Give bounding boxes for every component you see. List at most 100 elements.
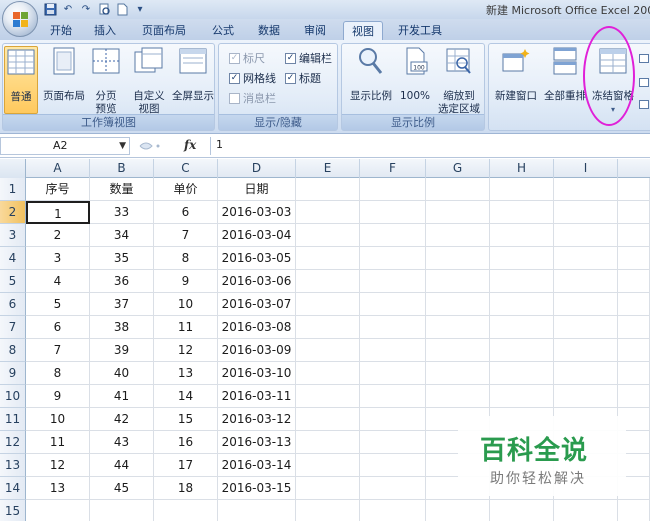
table-cell[interactable]: 2 [26,224,90,247]
table-cell[interactable]: 日期 [218,178,296,201]
table-cell[interactable] [490,385,554,408]
row-header[interactable]: 8 [0,339,26,362]
table-cell[interactable]: 2016-03-14 [218,454,296,477]
table-cell[interactable]: 6 [154,201,218,224]
table-cell[interactable]: 2016-03-08 [218,316,296,339]
table-cell[interactable] [618,178,650,201]
table-cell[interactable]: 13 [26,477,90,500]
table-cell[interactable]: 35 [90,247,154,270]
table-cell[interactable]: 16 [154,431,218,454]
table-cell[interactable] [554,247,618,270]
tab-home[interactable]: 开始 [42,21,80,40]
unhide-window-icon[interactable] [639,100,649,109]
table-cell[interactable] [554,316,618,339]
tab-review[interactable]: 审阅 [296,21,334,40]
table-cell[interactable] [426,316,490,339]
table-cell[interactable] [618,247,650,270]
table-cell[interactable] [296,339,360,362]
table-cell[interactable]: 序号 [26,178,90,201]
row-header[interactable]: 5 [0,270,26,293]
table-cell[interactable] [360,408,426,431]
undo-icon[interactable]: ↶ [60,2,76,17]
table-cell[interactable]: 单价 [154,178,218,201]
table-cell[interactable] [554,201,618,224]
table-cell[interactable] [296,247,360,270]
full-screen-button[interactable]: 全屏显示 [171,46,215,103]
table-cell[interactable] [490,500,554,521]
table-cell[interactable] [618,385,650,408]
table-cell[interactable] [360,477,426,500]
table-cell[interactable] [426,500,490,521]
table-cell[interactable] [426,224,490,247]
table-cell[interactable] [90,500,154,521]
table-cell[interactable]: 9 [26,385,90,408]
table-cell[interactable]: 33 [90,201,154,224]
table-cell[interactable]: 39 [90,339,154,362]
zoom-100-button[interactable]: 100 100% [398,46,432,103]
table-cell[interactable]: 11 [154,316,218,339]
arrange-all-button[interactable]: 全部重排 [543,46,587,103]
select-all-corner[interactable] [0,159,26,178]
hide-window-icon[interactable] [639,78,649,87]
column-header-b[interactable]: B [90,159,154,178]
table-cell[interactable]: 36 [90,270,154,293]
name-box-dropdown-icon[interactable]: ▼ [119,138,126,154]
table-cell[interactable]: 2016-03-03 [218,201,296,224]
table-cell[interactable]: 17 [154,454,218,477]
table-cell[interactable] [490,178,554,201]
table-cell[interactable] [554,500,618,521]
row-header[interactable]: 15 [0,500,26,521]
row-header[interactable]: 2 [0,201,26,224]
table-cell[interactable]: 42 [90,408,154,431]
table-cell[interactable] [426,339,490,362]
table-cell[interactable]: 13 [154,362,218,385]
formula-bar-checkbox[interactable]: ✓ 编辑栏 [285,50,332,66]
table-cell[interactable] [618,316,650,339]
split-icon[interactable] [639,54,649,63]
page-break-preview-button[interactable]: 分页 预览 [89,46,123,116]
table-cell[interactable] [360,178,426,201]
table-cell[interactable]: 8 [154,247,218,270]
tab-formulas[interactable]: 公式 [204,21,242,40]
table-cell[interactable] [360,385,426,408]
table-cell[interactable] [26,500,90,521]
table-cell[interactable] [296,293,360,316]
table-cell[interactable] [296,500,360,521]
table-cell[interactable] [360,316,426,339]
table-cell[interactable] [490,293,554,316]
table-cell[interactable] [296,431,360,454]
table-cell[interactable] [554,339,618,362]
table-cell[interactable]: 7 [154,224,218,247]
table-cell[interactable] [360,224,426,247]
table-cell[interactable] [490,362,554,385]
table-cell[interactable]: 6 [26,316,90,339]
table-cell[interactable] [360,454,426,477]
row-header[interactable]: 3 [0,224,26,247]
table-cell[interactable]: 8 [26,362,90,385]
table-cell[interactable]: 2016-03-05 [218,247,296,270]
table-cell[interactable] [426,178,490,201]
table-cell[interactable]: 2016-03-12 [218,408,296,431]
tab-view[interactable]: 视图 [343,21,383,40]
table-cell[interactable]: 7 [26,339,90,362]
table-cell[interactable] [618,270,650,293]
zoom-button[interactable]: 显示比例 [346,46,396,103]
column-header-h[interactable]: H [490,159,554,178]
column-header-d[interactable]: D [218,159,296,178]
table-cell[interactable]: 10 [154,293,218,316]
table-cell[interactable]: 40 [90,362,154,385]
table-cell[interactable] [490,224,554,247]
table-cell[interactable]: 2016-03-10 [218,362,296,385]
office-button[interactable] [2,1,38,37]
table-cell[interactable] [554,178,618,201]
table-cell[interactable] [296,224,360,247]
table-cell[interactable] [296,270,360,293]
table-cell[interactable] [296,362,360,385]
table-cell[interactable] [490,339,554,362]
selected-cell-a2[interactable]: 1 [26,201,90,224]
row-header[interactable]: 6 [0,293,26,316]
row-header[interactable]: 7 [0,316,26,339]
table-cell[interactable]: 3 [26,247,90,270]
table-cell[interactable] [618,500,650,521]
table-cell[interactable] [296,408,360,431]
